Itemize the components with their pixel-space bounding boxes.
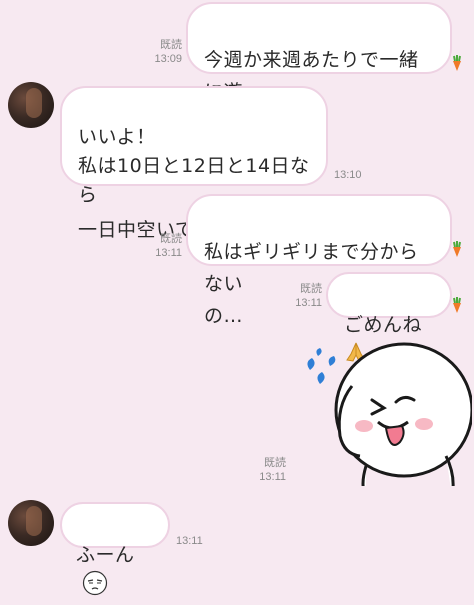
timestamp: 13:11 bbox=[155, 247, 182, 259]
message-bubble[interactable]: 私はギリギリまで分からない の… bbox=[186, 194, 452, 327]
message-6-meta: 13:11 bbox=[176, 534, 203, 548]
unamused-face-icon bbox=[82, 570, 108, 605]
winking-face-sticker[interactable] bbox=[296, 326, 472, 486]
message-5-meta: 既読 13:11 bbox=[250, 456, 286, 484]
read-receipt: 既読 bbox=[300, 283, 322, 295]
carrot-icon bbox=[453, 241, 461, 257]
message-text: ふーん bbox=[76, 544, 135, 566]
message-bubble[interactable]: ふーん bbox=[60, 502, 170, 596]
message-bubble[interactable]: ごめんね bbox=[326, 272, 452, 362]
carrot-icon bbox=[453, 55, 461, 71]
timestamp: 13:11 bbox=[295, 297, 322, 309]
message-3-meta: 既読 13:11 bbox=[146, 232, 182, 260]
timestamp: 13:11 bbox=[176, 535, 203, 547]
message-bubble[interactable]: 今週か来週あたりで一緒に遊 ばない？ bbox=[186, 2, 452, 136]
message-1-meta: 既読 13:09 bbox=[146, 38, 182, 66]
message-2-meta: 13:10 bbox=[334, 168, 362, 182]
read-receipt: 既読 bbox=[160, 233, 182, 245]
message-4-meta: 既読 13:11 bbox=[286, 282, 322, 310]
timestamp: 13:09 bbox=[154, 53, 182, 65]
carrot-icon bbox=[453, 297, 461, 313]
timestamp: 13:11 bbox=[259, 471, 286, 483]
message-bubble[interactable]: いいよ！ 私は10日と12日と14日なら 一日中空いてるよ bbox=[60, 86, 328, 241]
read-receipt: 既読 bbox=[160, 39, 182, 51]
read-receipt: 既読 bbox=[264, 457, 286, 469]
avatar[interactable] bbox=[8, 500, 54, 546]
avatar[interactable] bbox=[8, 82, 54, 128]
timestamp: 13:10 bbox=[334, 169, 362, 181]
